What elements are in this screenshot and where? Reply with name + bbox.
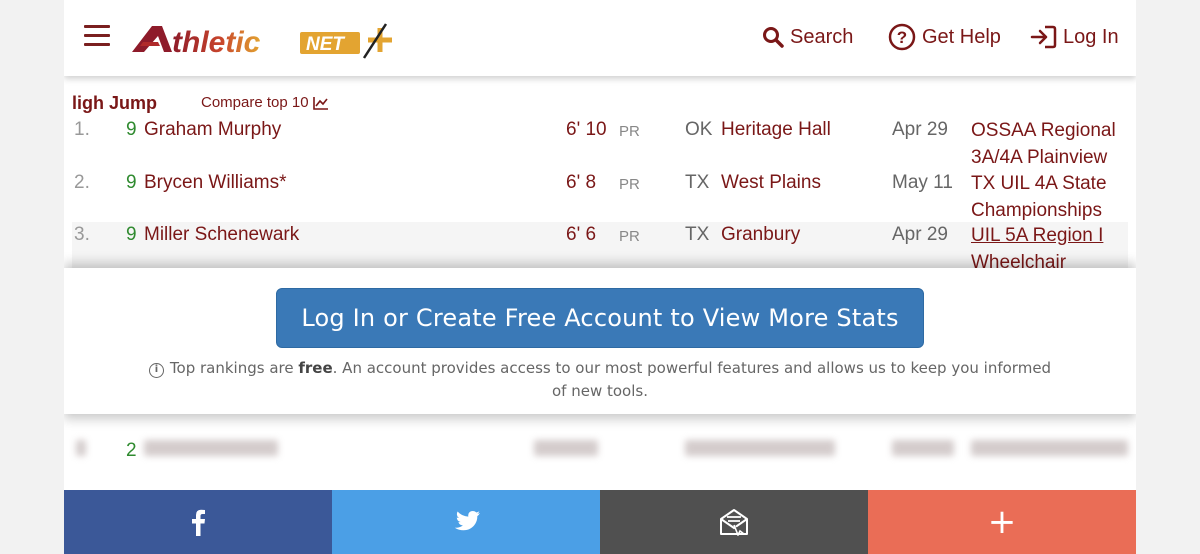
grade: 9 [126, 224, 137, 245]
twitter-share-button[interactable] [332, 490, 600, 554]
mark: 6' 8 [566, 172, 597, 193]
meet-link[interactable]: OSSAA Regional 3A/4A Plainview [971, 117, 1131, 171]
compare-top-10-link[interactable]: Compare top 10 [201, 94, 329, 111]
compare-label: Compare top 10 [201, 94, 309, 111]
logo-net: NET [306, 34, 345, 55]
date: Apr 29 [892, 224, 948, 245]
meet-link[interactable]: TX UIL 4A State Championships [971, 170, 1131, 224]
rank: 1. [74, 119, 90, 140]
menu-icon[interactable] [84, 25, 110, 47]
email-share-button[interactable] [600, 490, 868, 554]
date: Apr 29 [892, 119, 948, 140]
blurred-date [892, 440, 954, 462]
help-label: Get Help [922, 25, 1001, 48]
blurred-name [144, 440, 278, 462]
date: May 11 [892, 172, 953, 193]
blurred-rank [76, 440, 86, 462]
state: OK [685, 119, 713, 140]
table-row[interactable]: 2. 9 Brycen Williams* 6' 8 PR TX West Pl… [72, 170, 1128, 223]
event-title: ligh Jump [72, 93, 157, 113]
facebook-share-button[interactable] [64, 490, 332, 554]
search-icon [763, 27, 784, 48]
rank: 3. [74, 224, 90, 245]
state: TX [685, 172, 710, 193]
mark: 6' 10 [566, 119, 607, 140]
page: thletic NET Search ? Get Help Log In lig… [0, 0, 1200, 554]
help-link[interactable]: ? Get Help [888, 22, 1001, 52]
pr-badge: PR [619, 228, 640, 245]
line-chart-icon [312, 96, 328, 110]
note-text-bold: free [298, 359, 333, 377]
site-header: thletic NET Search ? Get Help Log In [64, 0, 1136, 76]
search-link[interactable]: Search [762, 22, 853, 52]
svg-text:?: ? [897, 28, 907, 47]
more-share-button[interactable]: + [868, 490, 1136, 554]
search-label: Search [790, 25, 854, 48]
login-link[interactable]: Log In [1029, 22, 1119, 52]
mark: 6' 6 [566, 224, 597, 245]
athlete-name-link[interactable]: Brycen Williams* [144, 170, 287, 196]
note-text-start: Top rankings are [169, 359, 299, 377]
note-text-end: . An account provides access to our most… [332, 359, 1052, 400]
content-area: thletic NET Search ? Get Help Log In lig… [64, 0, 1136, 554]
facebook-icon [192, 509, 205, 536]
info-icon: i [148, 363, 164, 378]
blurred-grade: 2 [126, 440, 137, 461]
rank: 2. [74, 172, 90, 193]
athlete-name-link[interactable]: Miller Schenewark [144, 222, 299, 248]
blurred-meet [971, 440, 1128, 462]
free-rankings-note: i Top rankings are free. An account provi… [144, 357, 1056, 403]
login-label: Log In [1063, 25, 1119, 48]
share-bar: + [64, 490, 1136, 554]
grade: 9 [126, 172, 137, 193]
login-icon [1030, 25, 1057, 49]
logo-word: thletic [172, 26, 261, 59]
blurred-school [685, 440, 835, 462]
athlete-name-link[interactable]: Graham Murphy [144, 117, 281, 143]
help-icon: ? [888, 23, 916, 51]
create-account-button[interactable]: Log In or Create Free Account to View Mo… [276, 288, 924, 348]
athleticnet-logo[interactable]: thletic NET [130, 18, 392, 62]
school-link[interactable]: Heritage Hall [721, 117, 831, 143]
twitter-icon [454, 511, 480, 531]
login-prompt-overlay: Log In or Create Free Account to View Mo… [64, 268, 1136, 414]
school-link[interactable]: Granbury [721, 222, 800, 248]
pr-badge: PR [619, 176, 640, 193]
blurred-mark [534, 440, 598, 462]
plus-icon: + [987, 502, 1017, 542]
state: TX [685, 224, 710, 245]
email-icon [720, 509, 748, 536]
grade: 9 [126, 119, 137, 140]
pr-badge: PR [619, 123, 640, 140]
school-link[interactable]: West Plains [721, 170, 821, 196]
table-row[interactable]: 1. 9 Graham Murphy 6' 10 PR OK Heritage … [72, 117, 1128, 170]
locked-row [72, 430, 1128, 475]
